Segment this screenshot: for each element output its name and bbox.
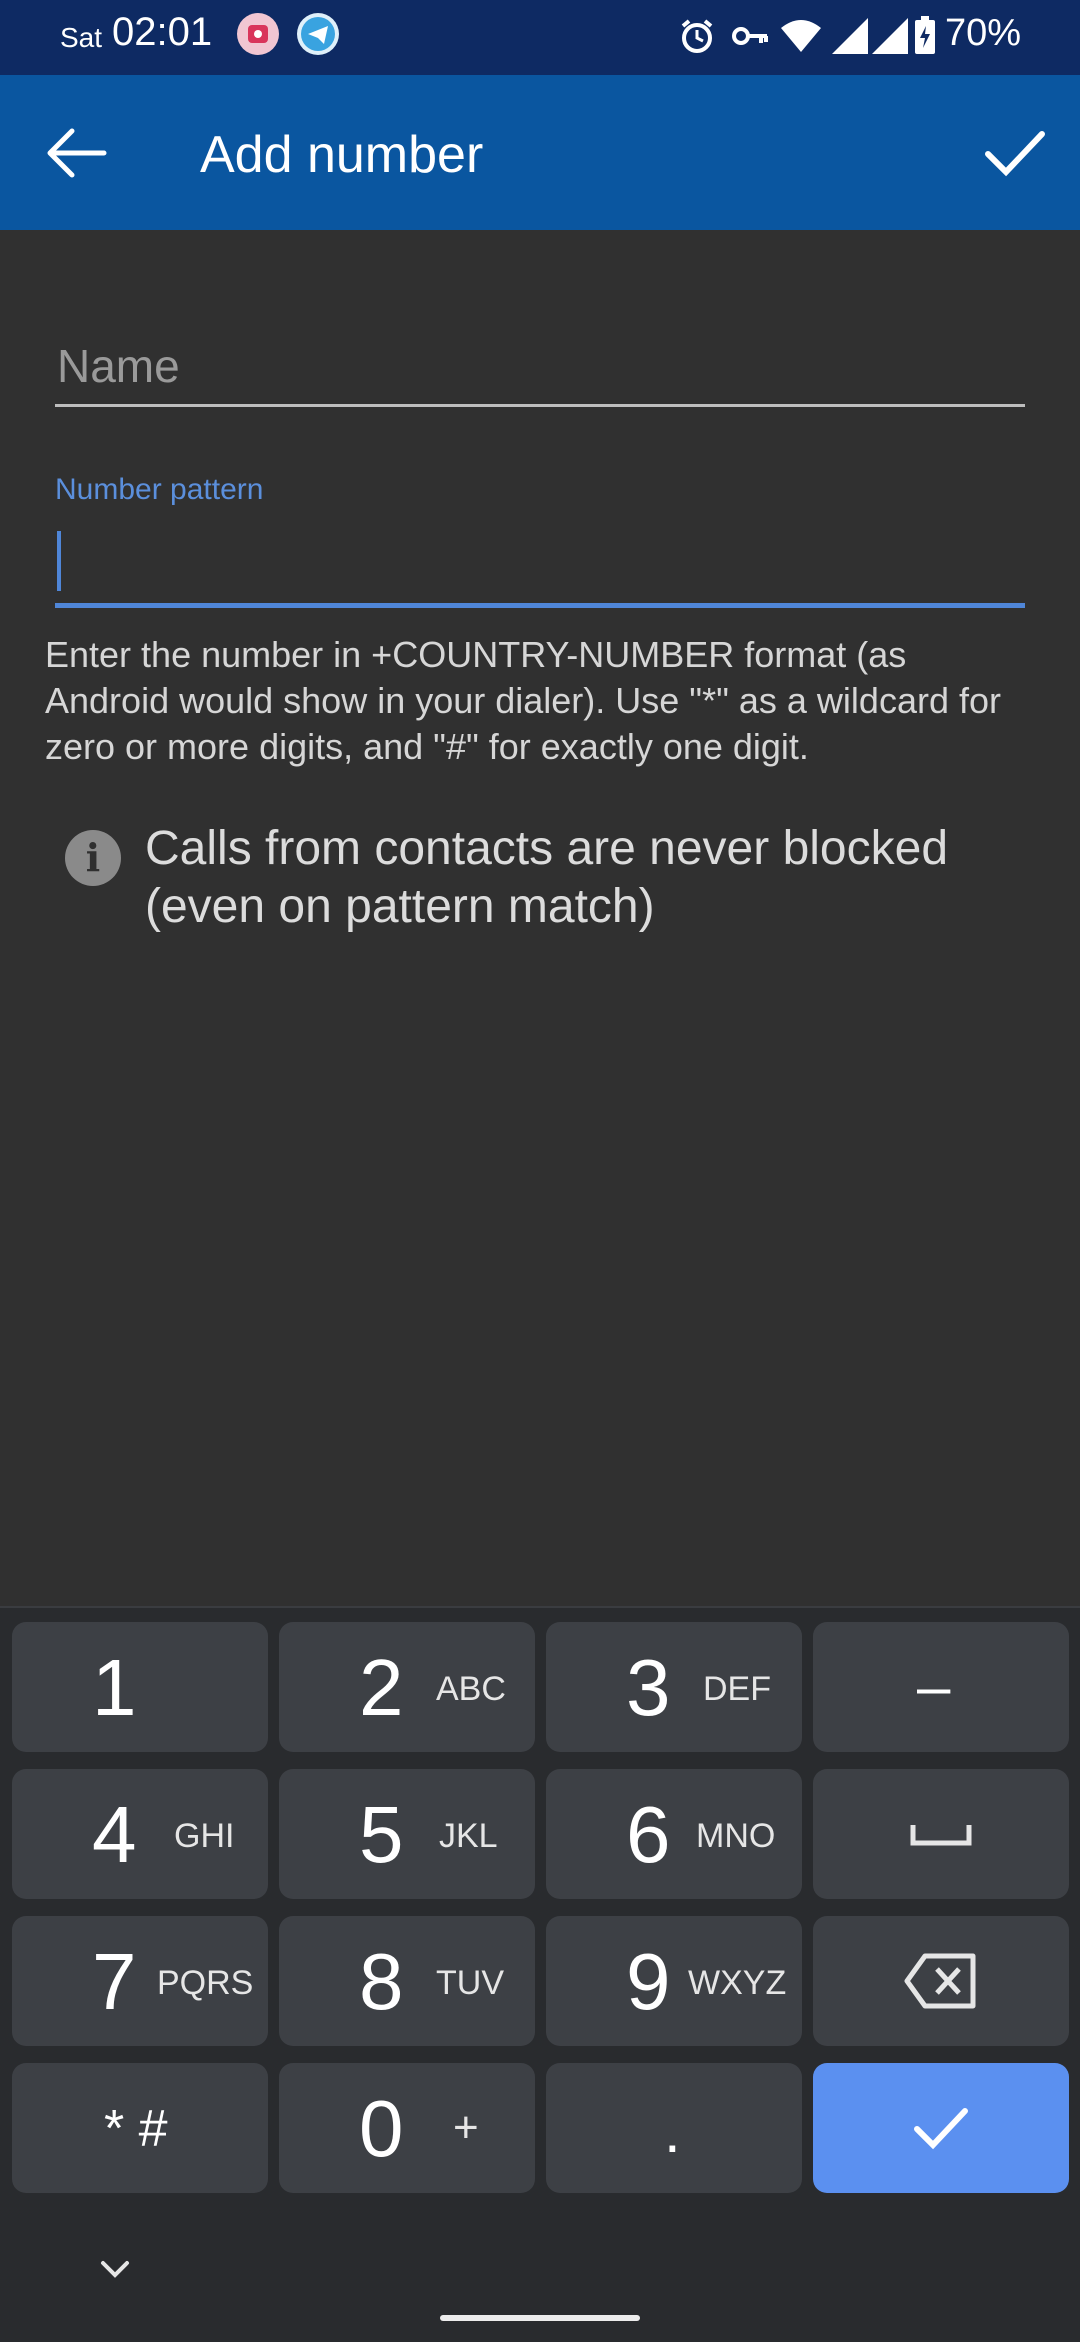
- key-0[interactable]: 0 +: [279, 2063, 535, 2193]
- key-digit: 2: [359, 1643, 404, 1732]
- key-digit: 6: [626, 1790, 671, 1879]
- key-done[interactable]: [813, 2063, 1069, 2193]
- telegram-icon: [297, 13, 339, 55]
- check-icon[interactable]: [980, 120, 1050, 186]
- key-symbol: .: [664, 2098, 681, 2165]
- check-icon: [914, 2108, 968, 2150]
- info-icon: i: [65, 830, 121, 886]
- key-digit: 5: [359, 1790, 404, 1879]
- text-cursor: [57, 531, 61, 591]
- key-letters: MNO: [696, 1817, 776, 1855]
- key-digit: 7: [92, 1937, 137, 2026]
- battery-percent: 70%: [945, 12, 1022, 54]
- number-pattern-label: Number pattern: [55, 473, 264, 506]
- key-digit: 1: [92, 1643, 137, 1732]
- key-digit: 0: [359, 2084, 404, 2173]
- wifi-icon: [781, 20, 821, 52]
- status-day: Sat: [60, 22, 103, 53]
- key-9[interactable]: 9 WXYZ: [546, 1916, 802, 2046]
- app-pink-icon: [237, 13, 279, 55]
- key-backspace[interactable]: [813, 1916, 1069, 2046]
- key-letters: +: [453, 2103, 479, 2152]
- key-letters: WXYZ: [688, 1964, 787, 2002]
- key-digit: 4: [92, 1790, 137, 1879]
- name-input[interactable]: [55, 330, 1029, 402]
- battery-charging-icon: [915, 16, 935, 54]
- key-letters: JKL: [439, 1817, 498, 1855]
- page-title: Add number: [200, 126, 484, 184]
- alarm-icon: [681, 19, 713, 53]
- gesture-nav-bar[interactable]: [440, 2315, 640, 2321]
- key-6[interactable]: 6 MNO: [546, 1769, 802, 1899]
- key-letters: PQRS: [157, 1964, 254, 2002]
- key-7[interactable]: 7 PQRS: [12, 1916, 268, 2046]
- number-pattern-field[interactable]: [55, 525, 1025, 608]
- pattern-help-text: Enter the number in +COUNTRY-NUMBER form…: [45, 634, 1001, 767]
- key-3[interactable]: 3 DEF: [546, 1622, 802, 1752]
- key-dot[interactable]: .: [546, 2063, 802, 2193]
- status-time: 02:01: [112, 10, 213, 54]
- key-letters: ABC: [436, 1670, 506, 1708]
- key-dash[interactable]: –: [813, 1622, 1069, 1752]
- key-space[interactable]: [813, 1769, 1069, 1899]
- key-star-hash[interactable]: * #: [12, 2063, 268, 2193]
- name-field[interactable]: [55, 330, 1029, 407]
- key-8[interactable]: 8 TUV: [279, 1916, 535, 2046]
- key-symbol: * #: [104, 2100, 168, 2158]
- key-2[interactable]: 2 ABC: [279, 1622, 535, 1752]
- key-letters: DEF: [703, 1670, 771, 1708]
- key-digit: 9: [626, 1937, 671, 2026]
- space-icon: [910, 1825, 972, 1846]
- app-bar: Add number: [0, 75, 1080, 230]
- signal-icon: [832, 18, 868, 54]
- status-bar: Sat 02:01 70%: [0, 0, 1080, 75]
- key-letters: TUV: [436, 1964, 504, 2002]
- info-text: Calls from contacts are never blocked (e…: [145, 822, 949, 933]
- key-digit: 8: [359, 1937, 404, 2026]
- vpn-key-icon: [732, 27, 768, 45]
- key-4[interactable]: 4 GHI: [12, 1769, 268, 1899]
- signal-icon: [872, 18, 908, 54]
- key-5[interactable]: 5 JKL: [279, 1769, 535, 1899]
- chevron-down-icon[interactable]: [95, 2255, 135, 2285]
- key-symbol: –: [917, 1653, 951, 1720]
- key-digit: 3: [626, 1643, 671, 1732]
- backspace-icon: [904, 1953, 976, 2009]
- key-1[interactable]: 1: [12, 1622, 268, 1752]
- arrow-left-icon[interactable]: [40, 120, 110, 186]
- key-letters: GHI: [174, 1817, 235, 1855]
